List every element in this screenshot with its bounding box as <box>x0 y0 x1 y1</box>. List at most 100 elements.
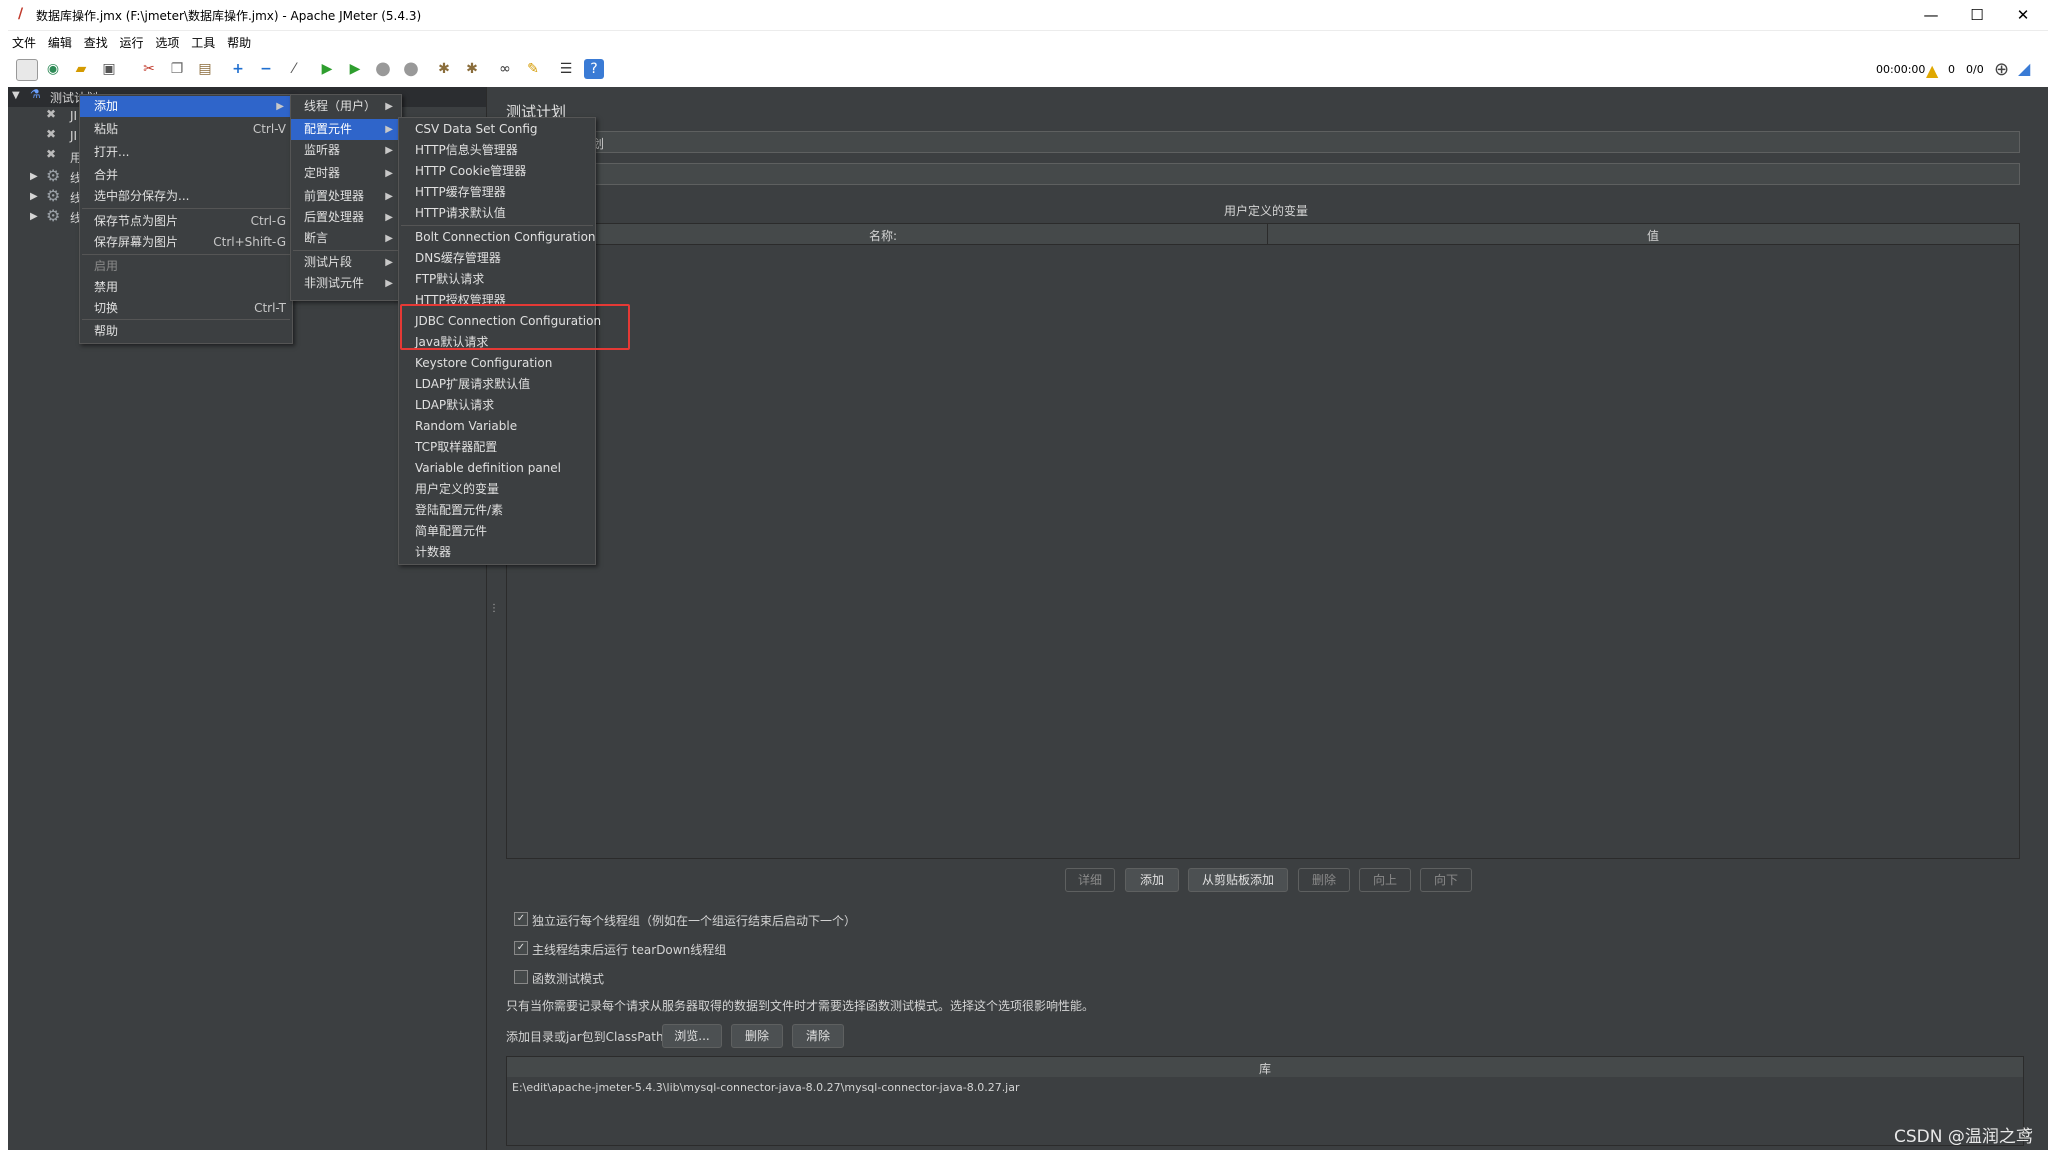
menu-file[interactable]: 文件 <box>8 31 40 51</box>
tree-child-2[interactable]: JI <box>70 129 77 149</box>
thread-count: 0/0 <box>1966 63 1984 76</box>
config-ftp-request-defaults[interactable]: FTP默认请求 <box>399 269 595 290</box>
col-name-header[interactable]: 名称: <box>869 227 897 244</box>
shortcut: Ctrl-T <box>254 301 286 315</box>
config-login-config[interactable]: 登陆配置元件/素 <box>399 500 595 521</box>
jmeter-feather-icon: / <box>18 6 24 22</box>
submenu-item-post-processor[interactable]: 后置处理器 ▶ <box>291 207 401 228</box>
menu-item-disable[interactable]: 禁用 <box>80 277 292 298</box>
submenu-item-listener[interactable]: 监听器 ▶ <box>291 140 401 161</box>
menu-search[interactable]: 查找 <box>80 31 112 51</box>
config-http-cookie-manager[interactable]: HTTP Cookie管理器 <box>399 161 595 182</box>
submenu-item-pre-processor[interactable]: 前置处理器 ▶ <box>291 186 401 207</box>
maximize-button[interactable]: ☐ <box>1954 0 2000 30</box>
menu-item-toggle[interactable]: 切换 Ctrl-T <box>80 298 292 319</box>
close-button[interactable]: ✕ <box>2000 0 2046 30</box>
menu-item-enable[interactable]: 启用 <box>80 256 292 277</box>
submenu-item-label: 后置处理器 <box>304 210 365 224</box>
warning-icon[interactable]: ▲ <box>1926 61 1938 80</box>
toggle-icon[interactable]: ⁄ <box>284 59 304 79</box>
menu-tools[interactable]: 工具 <box>187 31 219 51</box>
move-down-button[interactable]: 向下 <box>1420 868 1472 892</box>
collapse-arrow-icon[interactable]: ▶ <box>30 211 38 231</box>
config-http-request-defaults[interactable]: HTTP请求默认值 <box>399 203 595 224</box>
classpath-clear-button[interactable]: 清除 <box>792 1024 844 1048</box>
submenu-item-non-test-element[interactable]: 非测试元件 ▶ <box>291 273 401 294</box>
udv-title: 用户定义的变量 <box>1224 204 1309 218</box>
config-dns-cache-manager[interactable]: DNS缓存管理器 <box>399 248 595 269</box>
submenu-item-assertion[interactable]: 断言 ▶ <box>291 228 401 249</box>
search-binoculars-icon[interactable]: ∞ <box>495 59 515 79</box>
classpath-delete-button[interactable]: 删除 <box>731 1024 783 1048</box>
menu-help[interactable]: 帮助 <box>223 31 255 51</box>
copy-icon[interactable]: ❐ <box>167 59 187 79</box>
minimize-button[interactable]: — <box>1908 0 1954 30</box>
config-ldap-request-defaults[interactable]: LDAP默认请求 <box>399 395 595 416</box>
menu-item-save-selection[interactable]: 选中部分保存为... <box>80 186 292 207</box>
submenu-item-timer[interactable]: 定时器 ▶ <box>291 163 401 184</box>
delete-button[interactable]: 删除 <box>1298 868 1350 892</box>
config-http-header-manager[interactable]: HTTP信息头管理器 <box>399 140 595 161</box>
menu-edit[interactable]: 编辑 <box>44 31 76 51</box>
start-icon[interactable]: ▶ <box>317 59 337 79</box>
new-icon[interactable] <box>16 59 38 81</box>
teardown-checkbox[interactable]: ✓ <box>514 941 528 955</box>
submenu-item-threads[interactable]: 线程（用户） ▶ <box>291 96 401 117</box>
collapse-icon[interactable]: − <box>256 59 276 79</box>
clear-all-icon[interactable]: ✱ <box>462 59 482 79</box>
config-user-defined-variables[interactable]: 用户定义的变量 <box>399 479 595 500</box>
menu-run[interactable]: 运行 <box>116 31 148 51</box>
config-random-variable[interactable]: Random Variable <box>399 416 595 437</box>
help-icon[interactable]: ? <box>584 59 604 79</box>
menu-item-paste[interactable]: 粘贴 Ctrl-V <box>80 119 292 140</box>
config-bolt-connection[interactable]: Bolt Connection Configuration <box>399 227 596 248</box>
functional-mode-checkbox[interactable] <box>514 970 528 984</box>
config-tcp-sampler[interactable]: TCP取样器配置 <box>399 437 595 458</box>
config-variable-definition-panel[interactable]: Variable definition panel <box>399 458 595 479</box>
clear-icon[interactable]: ✱ <box>434 59 454 79</box>
name-field[interactable]: 划 <box>506 131 2020 153</box>
config-ldap-extended-defaults[interactable]: LDAP扩展请求默认值 <box>399 374 595 395</box>
submenu-item-test-fragment[interactable]: 测试片段 ▶ <box>291 252 401 273</box>
cut-icon[interactable]: ✂ <box>139 59 159 79</box>
remote-globe-icon[interactable]: ⊕ <box>1994 59 2009 80</box>
paste-icon[interactable]: ▤ <box>195 59 215 79</box>
templates-icon[interactable]: ◉ <box>43 59 63 79</box>
menu-item-save-node-image[interactable]: 保存节点为图片 Ctrl-G <box>80 211 292 232</box>
menu-item-add[interactable]: 添加 ▶ <box>80 96 292 117</box>
config-counter[interactable]: 计数器 <box>399 542 595 563</box>
move-up-button[interactable]: 向上 <box>1359 868 1411 892</box>
tree-child-1[interactable]: JI <box>70 109 77 129</box>
submenu-item-config-element[interactable]: 配置元件 ▶ <box>291 119 401 140</box>
library-row[interactable]: E:\edit\apache-jmeter-5.4.3\lib\mysql-co… <box>512 1081 1020 1094</box>
menu-item-merge[interactable]: 合并 <box>80 165 292 186</box>
config-csv-data-set[interactable]: CSV Data Set Config <box>399 119 595 140</box>
menu-item-open[interactable]: 打开... <box>80 142 292 163</box>
shutdown-icon[interactable]: ● <box>401 59 421 79</box>
details-button[interactable]: 详细 <box>1065 868 1115 892</box>
config-http-cache-manager[interactable]: HTTP缓存管理器 <box>399 182 595 203</box>
start-no-pause-icon[interactable]: ▶ <box>345 59 365 79</box>
run-groups-consecutively-checkbox[interactable]: ✓ <box>514 912 528 926</box>
open-folder-icon[interactable]: ▰ <box>71 59 91 79</box>
config-keystore[interactable]: Keystore Configuration <box>399 353 595 374</box>
submenu-item-label: 测试片段 <box>304 255 353 269</box>
menu-item-save-screen-image[interactable]: 保存屏幕为图片 Ctrl+Shift-G <box>80 232 292 253</box>
menu-item-help[interactable]: 帮助 <box>80 321 292 342</box>
browse-button[interactable]: 浏览... <box>662 1024 722 1048</box>
function-helper-icon[interactable]: ☰ <box>556 59 576 79</box>
col-value-header[interactable]: 值 <box>1647 227 1659 244</box>
save-icon[interactable]: ▣ <box>99 59 119 79</box>
expand-icon[interactable]: + <box>228 59 248 79</box>
collapse-arrow-icon[interactable]: ▶ <box>30 191 38 211</box>
reset-search-icon[interactable]: ✎ <box>523 59 543 79</box>
add-button[interactable]: 添加 <box>1125 868 1179 892</box>
add-from-clipboard-button[interactable]: 从剪贴板添加 <box>1188 868 1288 892</box>
config-simple-config[interactable]: 简单配置元件 <box>399 521 595 542</box>
expand-arrow-icon[interactable]: ▼ <box>12 90 20 110</box>
menu-options[interactable]: 选项 <box>151 31 183 51</box>
collapse-arrow-icon[interactable]: ▶ <box>30 171 38 191</box>
comments-field[interactable] <box>506 163 2020 185</box>
stop-icon[interactable]: ● <box>373 59 393 79</box>
submenu-arrow-icon: ▶ <box>385 278 393 289</box>
